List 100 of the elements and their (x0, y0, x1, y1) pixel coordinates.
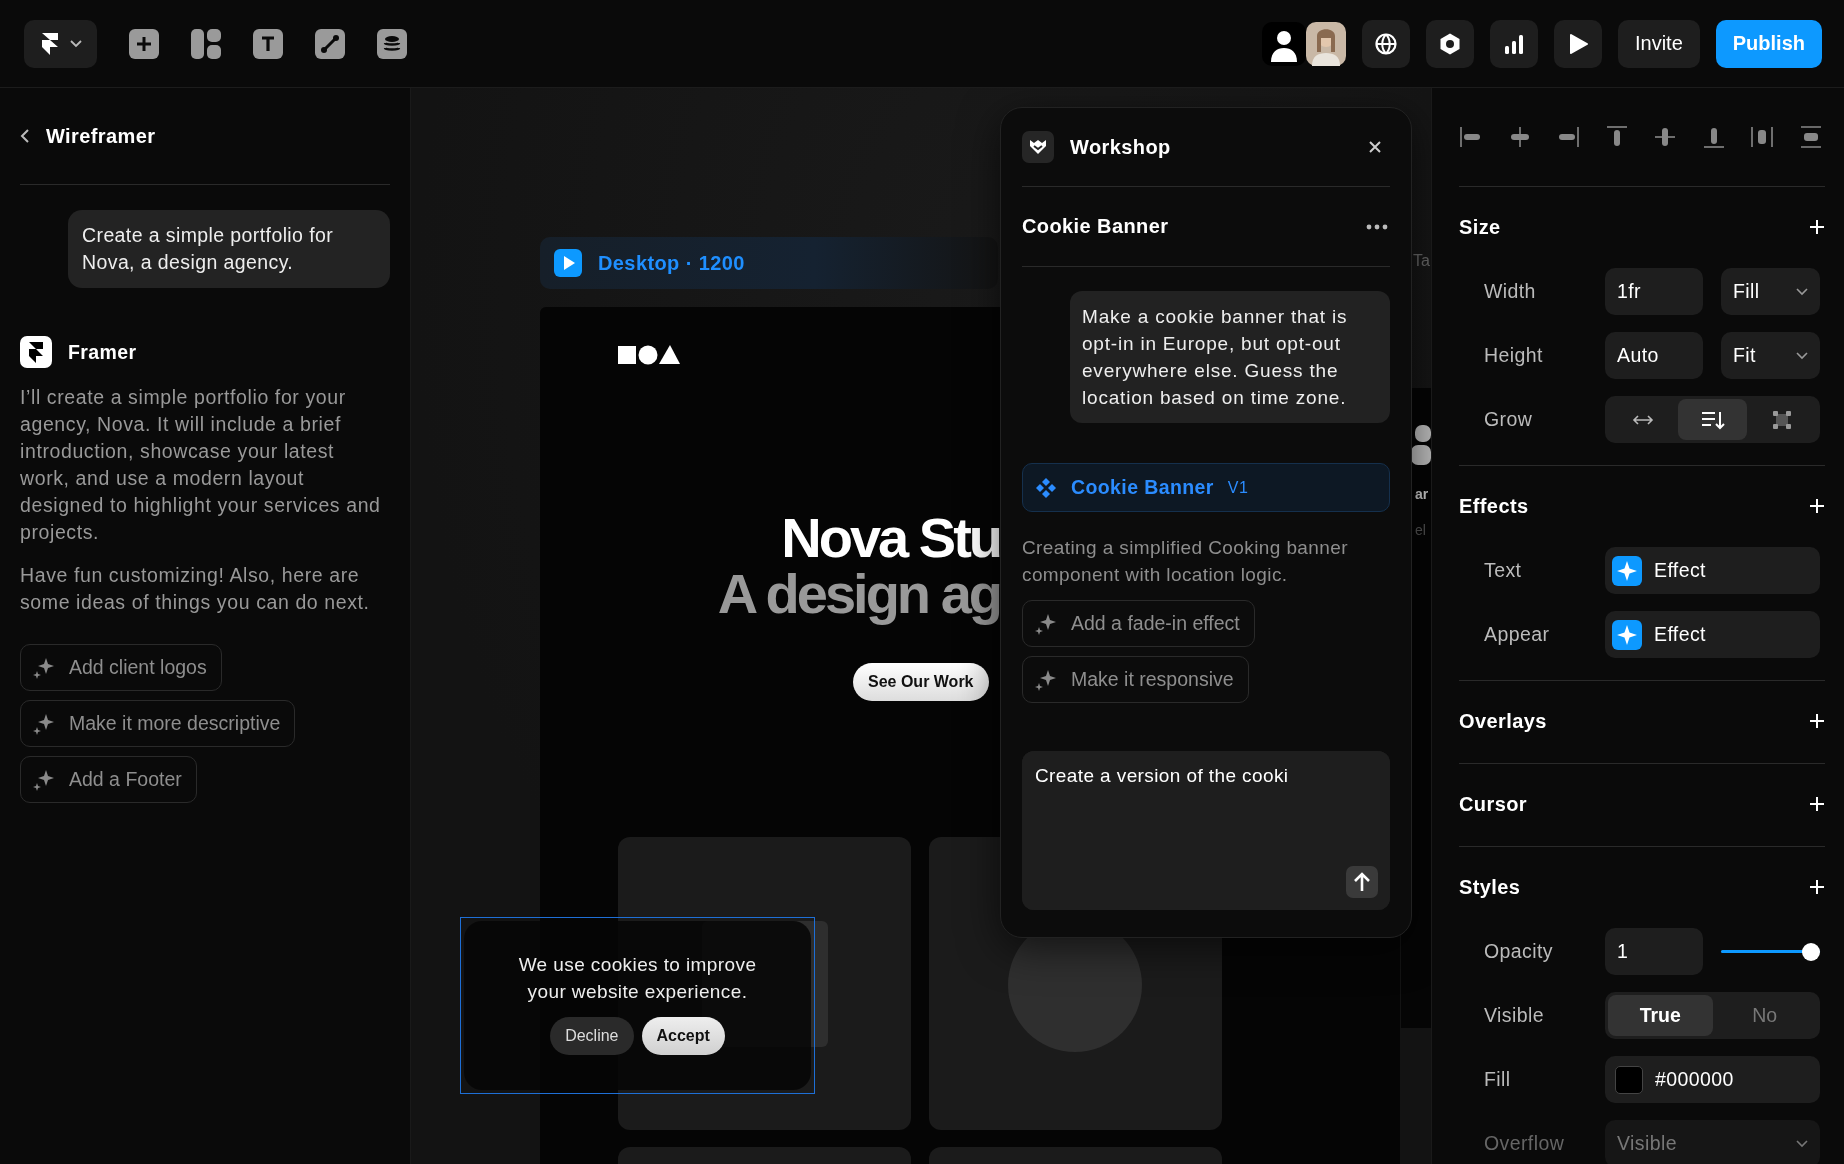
person-icon (1411, 425, 1431, 465)
logo-icon (20, 336, 52, 368)
user-message: Create a simple portfolio for Nova, a design agency. (68, 210, 390, 288)
assistant-message: I’ll create a simple portfolio for your agency, Nova. It will include a brief introduction, showcase your latest work, and use a modern layout designed to highlight your services and projects. (20, 385, 382, 545)
property-label: Appear (1483, 623, 1551, 646)
property-label: Visible (1483, 1004, 1545, 1027)
component-name: Cookie Banner (1071, 476, 1214, 499)
toggle-option[interactable]: True (1608, 995, 1713, 1036)
sparkle-icon (33, 712, 55, 735)
property-label: Height (1483, 344, 1544, 367)
section-title: Overlays (1459, 709, 1547, 733)
assistant-message: Creating a simplified Cooking banner component with location logic. (1022, 536, 1349, 587)
component-title: Cookie Banner (1022, 215, 1169, 238)
invite-button[interactable]: Invite (1617, 19, 1700, 68)
chevron-down-icon (1796, 287, 1808, 296)
property-label: Text (1483, 559, 1523, 582)
pen-tool-icon[interactable] (315, 28, 345, 59)
suggestion-chip[interactable]: Add client logos (20, 644, 222, 691)
effect-field[interactable]: Effect (1605, 547, 1820, 594)
globe-button[interactable] (1361, 19, 1410, 68)
version-label: V1 (1227, 478, 1249, 497)
sparkle-icon (1612, 619, 1642, 650)
back-icon[interactable] (20, 128, 30, 144)
frame-text: el (1415, 522, 1426, 538)
frame-label-text: Desktop · 1200 (598, 251, 745, 275)
toggle-option[interactable]: No (1712, 995, 1817, 1036)
see-work-button[interactable]: See Our Work (853, 663, 989, 701)
layout-icon[interactable] (191, 28, 221, 59)
sparkle-icon (1612, 555, 1642, 586)
panel-title: Workshop (1070, 135, 1172, 159)
user-message: Make a cookie banner that is opt-in in Europe, but opt-out everywhere else. Guess the location based on time zone. (1070, 291, 1390, 423)
value-field[interactable]: 1 (1605, 928, 1703, 975)
section-title: Size (1459, 215, 1501, 239)
property-label: Grow (1483, 408, 1534, 431)
suggestion-chip[interactable]: Make it responsive (1022, 656, 1249, 703)
distribute-vertical-icon[interactable] (1798, 125, 1823, 149)
preview-button[interactable] (1553, 19, 1602, 68)
color-field[interactable]: #000000 (1605, 1056, 1820, 1103)
stack-icon[interactable] (1677, 399, 1748, 440)
property-label: Width (1483, 280, 1537, 303)
frame-label[interactable]: Desktop · 1200 (540, 237, 998, 289)
dropdown[interactable]: Fit (1721, 332, 1820, 379)
logo-icon (39, 31, 60, 56)
bar-chart-icon (1502, 32, 1525, 55)
sparkle-icon (33, 656, 55, 679)
align-top-icon[interactable] (1604, 125, 1629, 149)
suggestion-chip[interactable]: Add a Footer (20, 756, 197, 803)
align-left-icon[interactable] (1459, 125, 1483, 149)
suggestion-chip[interactable]: Make it more descriptive (20, 700, 296, 747)
color-swatch (1615, 1065, 1643, 1094)
analytics-button[interactable] (1489, 19, 1538, 68)
add-icon[interactable] (1809, 796, 1825, 812)
section-title: Cursor (1459, 792, 1527, 816)
add-icon[interactable] (1809, 219, 1825, 235)
prompt-field[interactable]: Create a version of the cooki (1022, 751, 1390, 910)
align-right-icon[interactable] (1556, 125, 1581, 149)
close-icon[interactable] (1368, 140, 1382, 154)
text-tool-icon[interactable] (253, 28, 283, 59)
hero-title: Nova Stu (780, 510, 1000, 566)
property-label: Opacity (1483, 940, 1554, 963)
more-icon[interactable] (1366, 223, 1388, 230)
arrow-up-icon (1353, 872, 1371, 892)
chevron-down-icon (69, 39, 82, 48)
logo-icon (618, 345, 680, 365)
play-icon (554, 249, 582, 277)
insert-icon[interactable] (129, 28, 159, 59)
add-icon[interactable] (1809, 713, 1825, 729)
suggestion-chip[interactable]: Add a fade-in effect (1022, 600, 1255, 647)
cookie-banner[interactable]: We use cookies to improve your website experience. Decline Accept (464, 921, 811, 1090)
decline-button[interactable]: Decline (550, 1017, 634, 1055)
app-menu-button[interactable] (24, 19, 97, 68)
component-chip[interactable]: Cookie Banner V1 (1022, 463, 1390, 512)
dropdown[interactable]: Fill (1721, 268, 1820, 315)
add-icon[interactable] (1809, 498, 1825, 514)
database-icon[interactable] (377, 28, 407, 59)
add-icon[interactable] (1809, 879, 1825, 895)
value-field[interactable]: Auto (1605, 332, 1703, 379)
section-title: Effects (1459, 494, 1529, 518)
opacity-slider[interactable] (1721, 941, 1820, 962)
send-button[interactable] (1346, 866, 1378, 898)
sparkle-icon (1035, 612, 1057, 635)
settings-button[interactable] (1425, 19, 1474, 68)
align-bottom-icon[interactable] (1701, 125, 1726, 149)
value-field[interactable]: 1fr (1605, 268, 1703, 315)
effect-field[interactable]: Effect (1605, 611, 1820, 658)
property-label: Overflow (1483, 1132, 1566, 1155)
avatar (1261, 21, 1306, 66)
distribute-horizontal-icon[interactable] (1750, 125, 1775, 149)
assistant-name: Framer (68, 340, 137, 364)
cookie-message: We use cookies to improve your website experience. (517, 953, 758, 1004)
section-title: Styles (1459, 875, 1521, 899)
sparkle-icon (33, 768, 55, 791)
panel-title: Wireframer (46, 124, 156, 148)
globe-icon (1373, 31, 1398, 56)
workshop-icon (1022, 131, 1054, 163)
chevron-down-icon (1796, 351, 1808, 360)
assistant-message: Have fun customizing! Also, here are some ideas of things you can do next. (20, 563, 371, 615)
accept-button[interactable]: Accept (641, 1017, 725, 1055)
align-middle-icon[interactable] (1653, 125, 1678, 149)
avatar (1305, 21, 1346, 66)
